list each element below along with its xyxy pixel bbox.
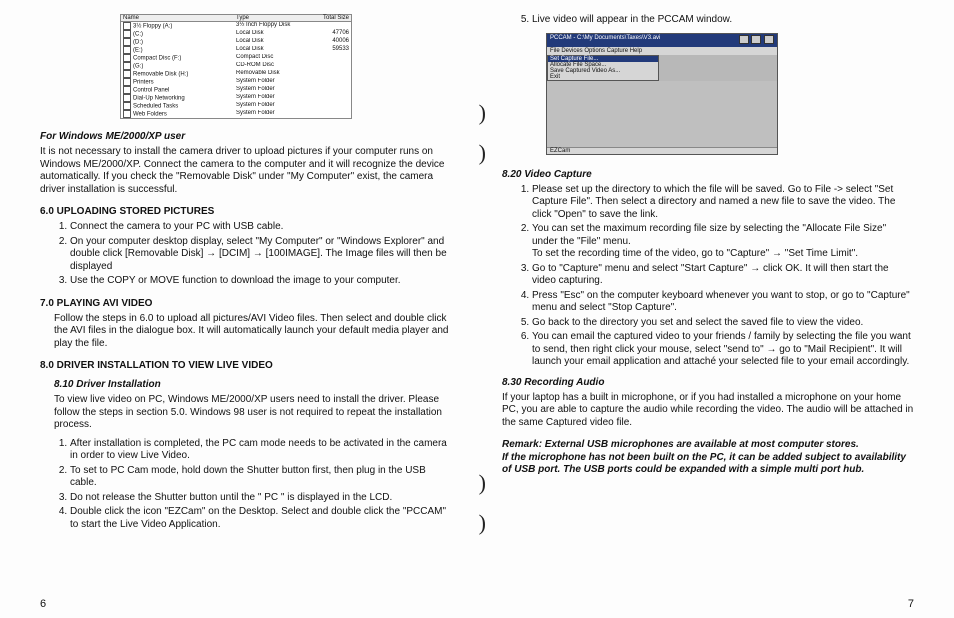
section-810-body: To view live video on PC, Windows ME/200…: [54, 394, 452, 432]
pccam-canvas: [547, 81, 777, 147]
table-row: Dial-Up NetworkingSystem Folder: [121, 94, 351, 102]
page-spread: Name Type Total Size 3½ Floppy (A:)3½ In…: [0, 0, 954, 618]
table-row: Web FoldersSystem Folder: [121, 110, 351, 118]
drive-icon: [123, 110, 131, 118]
drive-icon: [123, 54, 131, 62]
close-icon: [764, 35, 774, 44]
drive-icon: [123, 38, 131, 46]
list-item: Go back to the directory you set and sel…: [532, 317, 914, 330]
page-right: Live video will appear in the PCCAM wind…: [480, 0, 954, 618]
list-item: On your computer desktop display, select…: [70, 236, 452, 274]
drive-icon: [123, 70, 131, 78]
section-6-steps: Connect the camera to your PC with USB c…: [54, 221, 452, 288]
pccam-menubar: File Devices Options Capture Help: [547, 47, 777, 55]
section-830-body: If your laptop has a built in microphone…: [502, 392, 914, 430]
pccam-status: EZCam: [547, 147, 777, 154]
list-item: Double click the icon "EZCam" on the Des…: [70, 506, 452, 531]
table-row: Control PanelSystem Folder: [121, 86, 351, 94]
table-row: PrintersSystem Folder: [121, 78, 351, 86]
minimize-icon: [739, 35, 749, 44]
section-810-heading: 8.10 Driver Installation: [54, 379, 452, 390]
explorer-table: Name Type Total Size 3½ Floppy (A:)3½ In…: [120, 14, 352, 119]
list-item: Do not release the Shutter button until …: [70, 492, 452, 505]
section-7-heading: 7.0 PLAYING AVI VIDEO: [40, 298, 452, 309]
section-820-steps: Please set up the directory to which the…: [516, 184, 914, 369]
pccam-file-menu: Set Capture File... Allocate File Space.…: [547, 55, 659, 81]
for-user-body: It is not necessary to install the camer…: [40, 146, 452, 196]
pccam-titlebar: PCCAM - C:\My Documents\Taxes\V3.avi: [547, 34, 777, 47]
drive-icon: [123, 22, 131, 30]
section-7-body: Follow the steps in 6.0 to upload all pi…: [54, 313, 452, 351]
pccam-title-text: PCCAM - C:\My Documents\Taxes\V3.avi: [550, 35, 660, 46]
section-810-step5: Live video will appear in the PCCAM wind…: [516, 14, 914, 27]
section-8-heading: 8.0 DRIVER INSTALLATION TO VIEW LIVE VID…: [40, 360, 452, 371]
list-item: Use the COPY or MOVE function to downloa…: [70, 275, 452, 288]
list-item: You can email the captured video to your…: [532, 331, 914, 369]
menu-item: Exit: [548, 74, 658, 80]
drive-icon: [123, 78, 131, 86]
section-820-heading: 8.20 Video Capture: [502, 169, 914, 180]
section-6-heading: 6.0 UPLOADING STORED PICTURES: [40, 206, 452, 217]
table-row: Removable Disk (H:)Removable Disk: [121, 70, 351, 78]
maximize-icon: [751, 35, 761, 44]
table-row: Scheduled TasksSystem Folder: [121, 102, 351, 110]
drive-icon: [123, 102, 131, 110]
col-name: Name: [121, 15, 234, 21]
pccam-window: PCCAM - C:\My Documents\Taxes\V3.avi Fil…: [546, 33, 778, 155]
page-number-right: 7: [908, 598, 914, 610]
section-830-heading: 8.30 Recording Audio: [502, 377, 914, 388]
list-item: You can set the maximum recording file s…: [532, 223, 914, 261]
table-row: Compact Disc (F:)Compact Disc: [121, 54, 351, 62]
drive-icon: [123, 46, 131, 54]
page-left: Name Type Total Size 3½ Floppy (A:)3½ In…: [0, 0, 480, 618]
page-number-left: 6: [40, 598, 46, 610]
list-item: Go to "Capture" menu and select "Start C…: [532, 263, 914, 288]
drive-icon: [123, 86, 131, 94]
table-row: (C:)Local Disk47706: [121, 30, 351, 38]
drive-icon: [123, 30, 131, 38]
list-item: To set to PC Cam mode, hold down the Shu…: [70, 465, 452, 490]
col-type: Type: [234, 15, 307, 21]
section-830-remark: Remark: External USB microphones are ava…: [502, 439, 914, 477]
drive-icon: [123, 94, 131, 102]
list-item: Please set up the directory to which the…: [532, 184, 914, 222]
list-item: After installation is completed, the PC …: [70, 438, 452, 463]
table-row: 3½ Floppy (A:)3½ Inch Floppy Disk: [121, 22, 351, 30]
list-item: Press "Esc" on the computer keyboard whe…: [532, 290, 914, 315]
col-size: Total Size: [307, 15, 351, 21]
table-row: (G:)CD-ROM Disc: [121, 62, 351, 70]
drive-icon: [123, 62, 131, 70]
table-row: (E:)Local Disk59533: [121, 46, 351, 54]
window-buttons: [738, 35, 774, 46]
section-810-steps: After installation is completed, the PC …: [54, 438, 452, 532]
for-user-heading: For Windows ME/2000/XP user: [40, 131, 452, 142]
list-item: Connect the camera to your PC with USB c…: [70, 221, 452, 234]
table-row: (D:)Local Disk40006: [121, 38, 351, 46]
